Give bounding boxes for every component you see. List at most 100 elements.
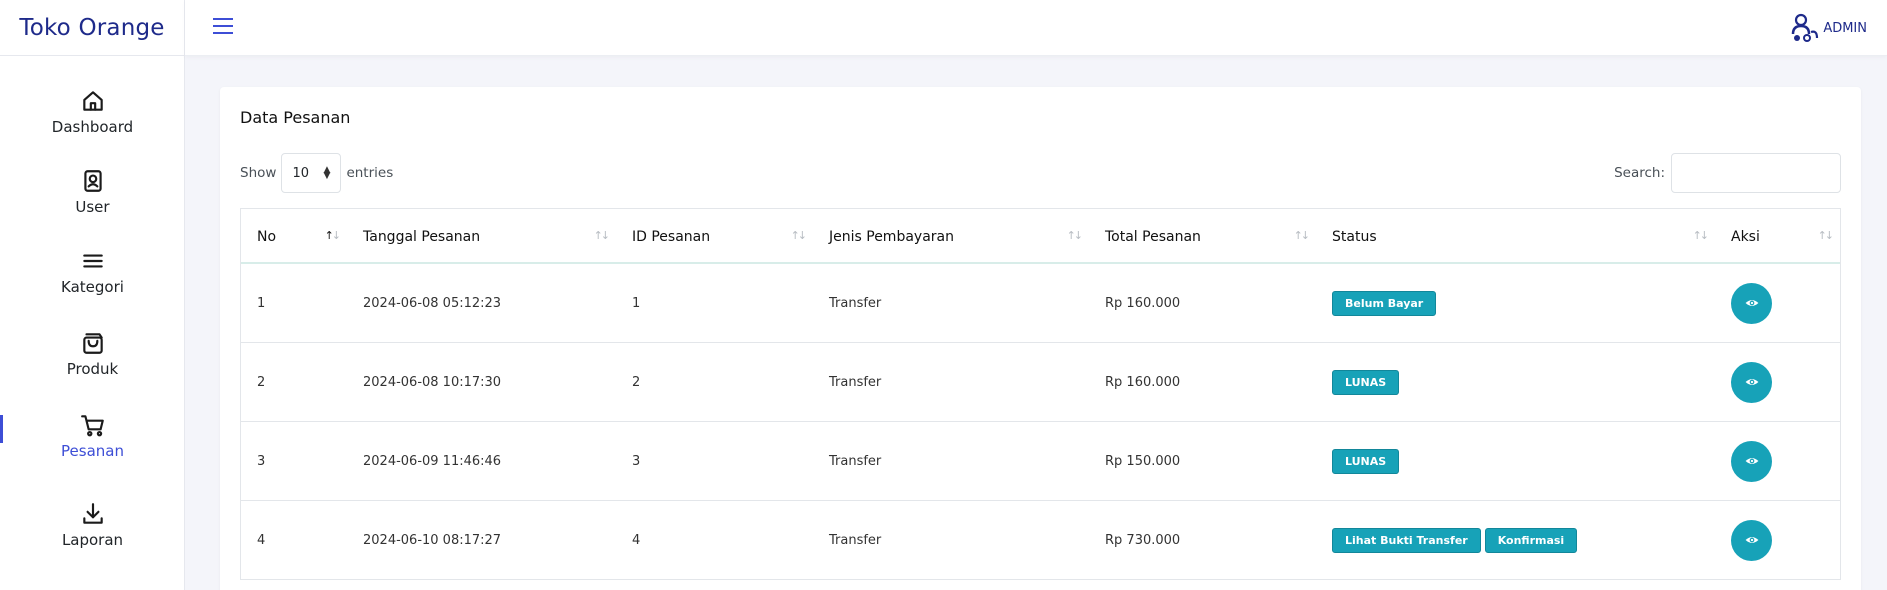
cell-jenis: Transfer (829, 453, 882, 469)
active-indicator (0, 415, 3, 443)
eye-icon (1745, 300, 1758, 306)
eye-icon (1745, 537, 1758, 543)
view-detail-button[interactable] (1731, 440, 1772, 482)
orders-card: Data Pesanan Show 10 ▲ ▼ entries Search: … (220, 87, 1861, 590)
table-row: 2 2024-06-08 10:17:30 2 Transfer Rp 160.000 L… (241, 343, 1840, 422)
entries-length: Show 10 ▲ ▼ entries (240, 153, 393, 193)
sort-icon: ↑↓ (593, 229, 611, 242)
eye-icon (1745, 458, 1758, 464)
cell-no: 4 (257, 532, 266, 548)
cell-jenis: Transfer (829, 532, 882, 548)
brand-name: Toko Orange (19, 14, 165, 41)
status-badge[interactable]: Konfirmasi (1484, 527, 1578, 553)
cell-no: 2 (257, 374, 266, 390)
cell-total: Rp 150.000 (1105, 453, 1181, 469)
cell-no: 1 (257, 295, 266, 311)
cell-tanggal: 2024-06-10 08:17:27 (363, 532, 502, 548)
cell-aksi (1715, 501, 1840, 579)
user-menu[interactable]: ADMIN (1787, 12, 1867, 44)
sidebar-item-label: Dashboard (51, 118, 134, 136)
status-badge[interactable]: LUNAS (1332, 369, 1400, 395)
view-detail-button[interactable] (1731, 361, 1772, 403)
table-row: 3 2024-06-09 11:46:46 3 Transfer Rp 150.000 L… (241, 422, 1840, 501)
home-icon (82, 91, 103, 111)
cell-status: LUNAS (1316, 422, 1715, 500)
cell-aksi (1715, 264, 1840, 342)
cell-status: Belum Bayar (1316, 264, 1715, 342)
table-row: 4 2024-06-10 08:17:27 4 Transfer Rp 730.000 L… (241, 501, 1840, 580)
user-name: ADMIN (1823, 20, 1867, 36)
sidebar-item-label: Produk (66, 360, 119, 378)
cell-total: Rp 160.000 (1105, 295, 1181, 311)
sort-asc-icon: ↑↓ (324, 229, 342, 242)
cell-total: Rp 160.000 (1105, 374, 1181, 390)
sort-icon: ↑↓ (1066, 229, 1084, 242)
table-search: Search: (1614, 153, 1841, 193)
column-header-id[interactable]: ID Pesanan ↑↓ (616, 209, 813, 264)
table-row: 1 2024-06-08 05:12:23 1 Transfer Rp 160.000 B… (241, 264, 1840, 343)
cell-id: 4 (632, 532, 641, 548)
column-header-total[interactable]: Total Pesanan ↑↓ (1089, 209, 1316, 264)
cell-tanggal: 2024-06-08 05:12:23 (363, 295, 502, 311)
search-label: Search: (1614, 165, 1665, 181)
cell-jenis: Transfer (829, 374, 882, 390)
search-input[interactable] (1671, 153, 1841, 193)
view-detail-button[interactable] (1731, 519, 1772, 561)
cell-id: 2 (632, 374, 641, 390)
cell-id: 1 (632, 295, 641, 311)
menu-toggle-icon[interactable] (213, 18, 237, 38)
sidebar-item-label: Pesanan (61, 442, 124, 460)
sidebar-item-kategori[interactable]: Kategori (0, 248, 185, 318)
sidebar: Dashboard User Kategori Produk Pesanan L… (0, 56, 185, 590)
sort-icon: ↑↓ (1692, 229, 1710, 242)
cell-status: Lihat Bukti Transfer Konfirmasi (1316, 501, 1715, 579)
view-detail-button[interactable] (1731, 282, 1772, 324)
status-badge[interactable]: Lihat Bukti Transfer (1332, 527, 1481, 553)
show-label: Show (240, 165, 277, 181)
topbar: ADMIN (185, 0, 1887, 56)
sidebar-item-laporan[interactable]: Laporan (0, 501, 185, 571)
avatar (1792, 13, 1819, 42)
cell-aksi (1715, 422, 1840, 500)
column-header-jenis[interactable]: Jenis Pembayaran ↑↓ (813, 209, 1089, 264)
status-badge[interactable]: Belum Bayar (1332, 290, 1437, 316)
sidebar-item-label: Laporan (61, 531, 124, 549)
sidebar-item-user[interactable]: User (0, 168, 185, 238)
entries-select[interactable]: 10 ▲ ▼ (281, 153, 342, 193)
cell-jenis: Transfer (829, 295, 882, 311)
cell-tanggal: 2024-06-09 11:46:46 (363, 453, 502, 469)
sidebar-item-pesanan[interactable]: Pesanan (0, 412, 185, 482)
column-header-aksi[interactable]: Aksi ↑↓ (1715, 209, 1840, 264)
column-header-no[interactable]: No ↑↓ (241, 209, 347, 264)
sort-icon: ↑↓ (1293, 229, 1311, 242)
entries-label: entries (346, 165, 394, 181)
column-header-tanggal[interactable]: Tanggal Pesanan ↑↓ (347, 209, 616, 264)
sidebar-item-produk[interactable]: Produk (0, 330, 185, 400)
sort-icon: ↑↓ (1817, 229, 1835, 242)
column-header-status[interactable]: Status ↑↓ (1316, 209, 1715, 264)
bag-icon (82, 333, 103, 354)
cell-id: 3 (632, 453, 641, 469)
entries-value: 10 (292, 165, 309, 181)
download-icon (82, 503, 103, 524)
sort-icon: ↑↓ (790, 229, 808, 242)
brand-logo[interactable]: Toko Orange (0, 0, 185, 56)
sidebar-item-label: User (75, 198, 110, 216)
table-header: No ↑↓ Tanggal Pesanan ↑↓ ID Pesanan ↑↓ J… (241, 209, 1840, 264)
sort-caret-icon: ▲ ▼ (323, 165, 331, 181)
status-badge[interactable]: LUNAS (1332, 448, 1400, 474)
list-icon (82, 254, 103, 268)
eye-icon (1745, 379, 1758, 385)
orders-table: No ↑↓ Tanggal Pesanan ↑↓ ID Pesanan ↑↓ J… (240, 208, 1841, 580)
table-body: 1 2024-06-08 05:12:23 1 Transfer Rp 160.000 B… (241, 264, 1840, 580)
page-title: Data Pesanan (240, 108, 351, 127)
cell-aksi (1715, 343, 1840, 421)
cell-tanggal: 2024-06-08 10:17:30 (363, 374, 502, 390)
cell-total: Rp 730.000 (1105, 532, 1181, 548)
cart-icon (80, 415, 104, 437)
sidebar-item-label: Kategori (61, 278, 124, 296)
user-icon (83, 170, 102, 192)
sidebar-item-dashboard[interactable]: Dashboard (0, 88, 185, 158)
cell-status: LUNAS (1316, 343, 1715, 421)
cell-no: 3 (257, 453, 266, 469)
